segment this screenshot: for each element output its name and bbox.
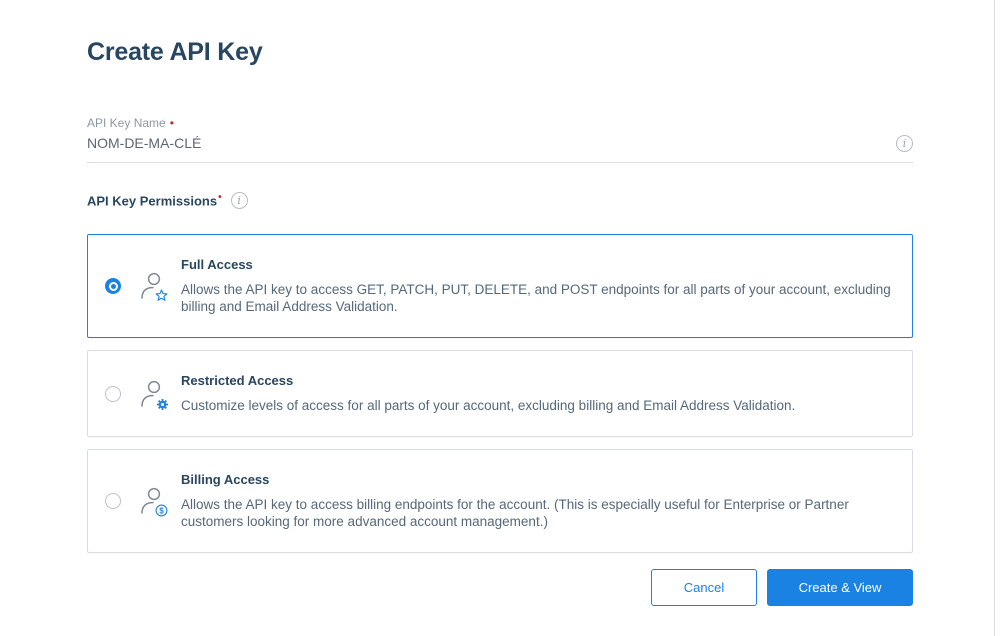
option-full-access[interactable]: Full Access Allows the API key to access… bbox=[87, 234, 913, 338]
option-text: Billing Access Allows the API key to acc… bbox=[181, 450, 912, 552]
cancel-button[interactable]: Cancel bbox=[651, 569, 757, 606]
user-gear-icon bbox=[139, 379, 168, 410]
radio-full-access[interactable] bbox=[105, 278, 121, 294]
dollar-badge-icon: $ bbox=[155, 504, 168, 517]
option-title: Full Access bbox=[181, 257, 253, 272]
info-circle-icon[interactable] bbox=[896, 135, 913, 152]
option-description: Allows the API key to access GET, PATCH,… bbox=[181, 282, 891, 314]
option-title: Billing Access bbox=[181, 472, 270, 487]
svg-text:$: $ bbox=[159, 506, 164, 515]
info-circle-icon[interactable] bbox=[230, 192, 248, 209]
option-billing-access[interactable]: $ Billing Access Allows the API key to a… bbox=[87, 449, 913, 553]
page-title: Create API Key bbox=[87, 38, 263, 66]
api-key-name-input-row bbox=[87, 132, 913, 163]
star-badge-icon bbox=[155, 289, 168, 301]
api-key-name-input[interactable] bbox=[87, 135, 879, 151]
required-marker: • bbox=[218, 192, 222, 204]
permissions-header: API Key Permissions• bbox=[87, 192, 913, 209]
option-description: Customize levels of access for all parts… bbox=[181, 398, 796, 413]
scrollbar-track-line bbox=[994, 0, 995, 636]
create-view-button[interactable]: Create & View bbox=[767, 569, 913, 606]
option-title: Restricted Access bbox=[181, 373, 294, 388]
gear-badge-icon bbox=[157, 398, 168, 410]
option-restricted-access[interactable]: Restricted Access Customize levels of ac… bbox=[87, 350, 913, 437]
option-text: Restricted Access Customize levels of ac… bbox=[181, 351, 912, 436]
required-marker: • bbox=[169, 116, 174, 130]
option-description: Allows the API key to access billing end… bbox=[181, 497, 849, 529]
form-actions: Cancel Create & View bbox=[87, 569, 913, 606]
api-key-name-field: API Key Name • bbox=[87, 116, 913, 163]
api-key-name-label: API Key Name • bbox=[87, 116, 174, 130]
radio-restricted-access[interactable] bbox=[105, 385, 121, 402]
user-dollar-icon: $ bbox=[139, 486, 168, 517]
user-star-icon bbox=[139, 271, 168, 301]
radio-billing-access[interactable] bbox=[105, 493, 121, 509]
create-api-key-page: Create API Key API Key Name• API Key Per… bbox=[87, 38, 913, 606]
option-text: Full Access Allows the API key to access… bbox=[181, 235, 912, 337]
permissions-label: API Key Permissions• bbox=[87, 192, 222, 209]
permission-options: Full Access Allows the API key to access… bbox=[87, 234, 913, 553]
